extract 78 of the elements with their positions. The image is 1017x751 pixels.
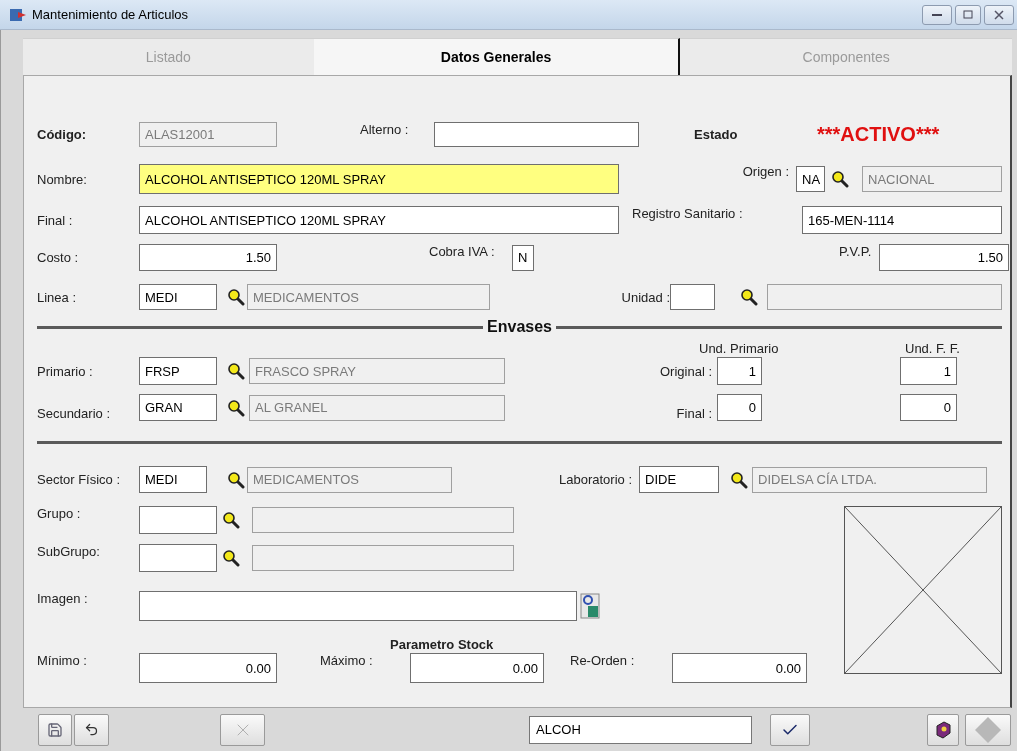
magnifier-icon[interactable] — [222, 549, 240, 567]
tab[interactable]: Datos Generales — [313, 38, 681, 75]
image-picker-icon[interactable] — [580, 593, 600, 619]
field-label: Origen : — [741, 164, 789, 179]
field-label: Sector Físico : — [37, 472, 122, 487]
text-field[interactable]: NA — [796, 166, 825, 192]
text-field[interactable]: ALCOHOL ANTISEPTICO 120ML SPRAY — [139, 206, 619, 234]
save-button[interactable] — [38, 713, 72, 746]
magnifier-icon[interactable] — [831, 170, 849, 188]
help-button[interactable] — [927, 713, 959, 746]
text-field[interactable]: 0 — [717, 394, 762, 421]
field-label: Parametro Stock — [390, 636, 495, 652]
field-label: Estado — [694, 127, 739, 142]
field-label: Registro Sanitario : — [632, 206, 744, 221]
field-label: Re-Orden : — [570, 653, 636, 668]
text-field[interactable] — [434, 122, 639, 147]
field-label: Linea : — [37, 289, 78, 305]
field-label: Mínimo : — [37, 653, 88, 668]
field-label: P.V.P. — [839, 244, 873, 259]
magnifier-icon[interactable] — [227, 362, 245, 380]
magnifier-icon[interactable] — [227, 470, 245, 489]
text-field[interactable]: 0.00 — [410, 653, 544, 683]
close-icon — [994, 9, 1004, 20]
text-field[interactable] — [139, 506, 217, 534]
text-field[interactable]: 165-MEN-1114 — [802, 206, 1002, 234]
field-label: Final : — [675, 406, 712, 421]
field-label: Alterno : — [360, 122, 410, 137]
text-field[interactable] — [139, 544, 217, 572]
field-label: Secundario : — [37, 406, 111, 421]
field-label: Grupo : — [37, 506, 82, 521]
magnifier-icon[interactable] — [730, 470, 748, 489]
undo-icon — [84, 722, 99, 737]
minimize-button[interactable] — [922, 4, 952, 25]
magnifier-icon[interactable] — [222, 511, 240, 529]
field-label: Und. Primario — [699, 340, 780, 356]
magnifier-icon[interactable] — [227, 288, 245, 306]
field-label: Und. F. F. — [905, 340, 961, 356]
maximize-icon — [963, 10, 973, 19]
field-label: Código: — [37, 127, 88, 142]
text-field[interactable]: ALCOHOL ANTISEPTICO 120ML SPRAY — [139, 164, 619, 194]
save-icon — [47, 721, 63, 738]
text-field[interactable]: 0.00 — [672, 653, 807, 683]
undo-button[interactable] — [74, 713, 109, 746]
magnifier-icon[interactable] — [227, 398, 245, 417]
close-button[interactable] — [984, 4, 1014, 25]
text-field[interactable]: 1 — [900, 357, 957, 385]
search-field[interactable]: ALCOH — [529, 715, 752, 744]
text-field[interactable]: 1 — [717, 357, 762, 385]
text-field[interactable]: 0 — [900, 394, 957, 421]
field-label: Primario : — [37, 363, 94, 379]
field-label: Unidad : — [620, 289, 670, 305]
field-label: SubGrupo: — [37, 544, 101, 559]
field-label: Original : — [658, 363, 712, 379]
field-label: Nombre: — [37, 171, 88, 187]
app-icon — [10, 8, 26, 21]
status-text: ***ACTIVO*** — [817, 123, 940, 146]
field-label: Cobra IVA : — [429, 244, 496, 259]
text-field[interactable]: GRAN — [139, 394, 217, 421]
window-title: Mantenimiento de Articulos — [32, 7, 190, 22]
text-field[interactable]: DIDE — [639, 466, 719, 493]
field-label: Costo : — [37, 250, 80, 265]
text-field[interactable] — [139, 591, 577, 621]
section-title: Envases — [486, 318, 553, 336]
text-field[interactable]: 1.50 — [139, 244, 277, 271]
text-field[interactable]: N — [512, 244, 534, 271]
text-field[interactable] — [670, 284, 715, 310]
field-label: Imagen : — [37, 591, 89, 606]
text-field[interactable]: MEDI — [139, 284, 217, 310]
magnifier-icon[interactable] — [740, 288, 758, 306]
text-field[interactable]: 1.50 — [879, 244, 1009, 271]
accept-button[interactable] — [770, 713, 810, 746]
text-field[interactable]: FRSP — [139, 357, 217, 385]
text-field[interactable]: 0.00 — [139, 653, 277, 683]
field-label: Final : — [37, 212, 74, 228]
field-label: Máximo : — [320, 653, 374, 668]
field-label: Laboratorio : — [558, 472, 632, 487]
text-field[interactable]: MEDI — [139, 466, 207, 493]
diamond-icon — [973, 714, 1003, 745]
